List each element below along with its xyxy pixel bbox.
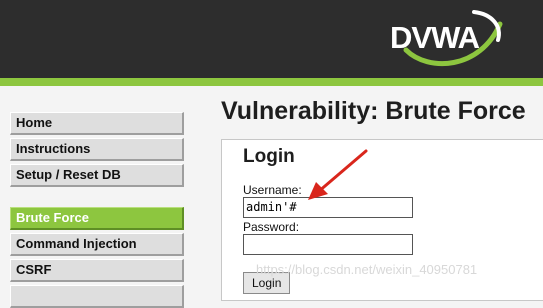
menu-item-command-injection[interactable]: Command Injection — [10, 233, 184, 256]
menu-item-home[interactable]: Home — [10, 112, 184, 135]
header-accent-stripe — [0, 78, 543, 86]
watermark-text: https://blog.csdn.net/weixin_40950781 — [256, 262, 478, 277]
password-label: Password: — [243, 220, 300, 234]
menu-item-setup-reset-db[interactable]: Setup / Reset DB — [10, 164, 184, 187]
dvwa-logo: DVWA — [390, 10, 503, 67]
password-input[interactable] — [243, 234, 413, 255]
svg-text:DVWA: DVWA — [390, 20, 480, 55]
header-bar: DVWA — [0, 0, 543, 78]
menu-item-brute-force[interactable]: Brute Force — [10, 207, 184, 230]
username-label: Username: — [243, 183, 302, 197]
menu-item-instructions[interactable]: Instructions — [10, 138, 184, 161]
username-input[interactable]: admin'# — [243, 197, 413, 218]
page-title: Vulnerability: Brute Force — [221, 97, 526, 125]
menu-item-next[interactable] — [10, 285, 184, 308]
form-heading: Login — [243, 146, 295, 167]
menu-item-csrf[interactable]: CSRF — [10, 259, 184, 282]
